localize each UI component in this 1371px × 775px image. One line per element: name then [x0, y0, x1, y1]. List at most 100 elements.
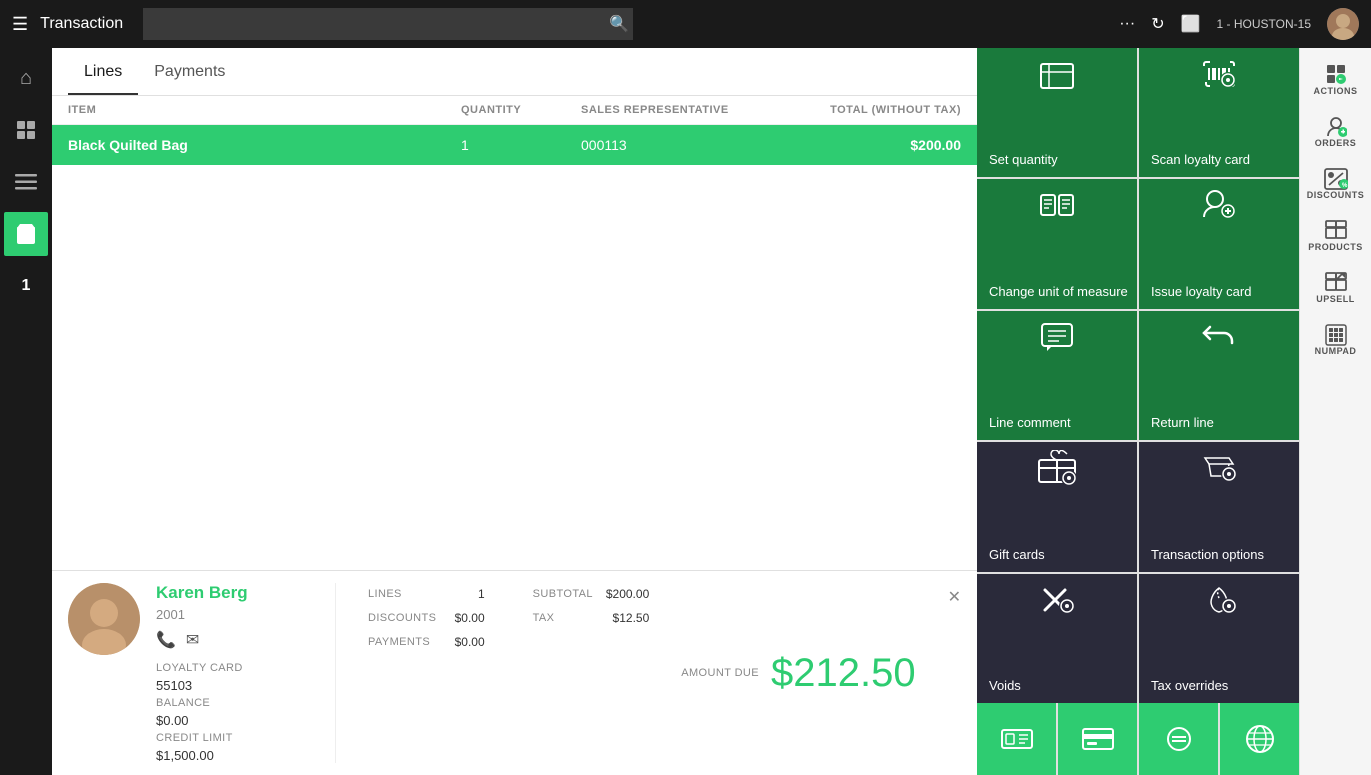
search-input[interactable] — [143, 8, 633, 40]
line-comment-label: Line comment — [989, 415, 1071, 430]
discounts-value: $0.00 — [455, 611, 485, 625]
issue-loyalty-tile[interactable]: Issue loyalty card — [1139, 179, 1299, 308]
app-title: Transaction — [40, 15, 123, 33]
globe-button[interactable] — [1220, 703, 1299, 775]
col-sales-rep: SALES REPRESENTATIVE — [581, 104, 781, 116]
search-icon: 🔍 — [609, 14, 629, 34]
change-uom-label: Change unit of measure — [989, 284, 1128, 299]
voids-tile[interactable]: Voids — [977, 574, 1137, 703]
order-summary: LINES 1 DISCOUNTS $0.00 PAYMENTS $0.00 — [352, 583, 501, 763]
refresh-icon[interactable]: ↻ — [1151, 14, 1164, 34]
set-quantity-label: Set quantity — [989, 152, 1058, 167]
bottom-actions — [977, 703, 1299, 775]
col-item: ITEM — [68, 104, 461, 116]
email-icon[interactable]: ✉ — [186, 630, 199, 650]
table-row[interactable]: Black Quilted Bag 1 000113 $200.00 — [52, 125, 977, 165]
payments-label: PAYMENTS — [368, 636, 430, 648]
sidebar-item-products[interactable] — [4, 108, 48, 152]
upsell-nav[interactable]: UPSELL — [1300, 264, 1371, 312]
sidebar-item-cart[interactable] — [4, 212, 48, 256]
amount-due-section: AMOUNT DUE $212.50 — [681, 583, 931, 763]
return-line-label: Return line — [1151, 415, 1214, 430]
gift-cards-tile[interactable]: Gift cards — [977, 442, 1137, 571]
tab-lines[interactable]: Lines — [68, 51, 138, 95]
loyalty-card-value: 55103 — [156, 678, 319, 693]
left-sidebar: ⌂ 1 — [0, 48, 52, 775]
lines-value: 1 — [478, 587, 485, 601]
row-item-name: Black Quilted Bag — [68, 137, 461, 153]
upsell-label: UPSELL — [1316, 294, 1355, 304]
sidebar-item-menu[interactable] — [4, 160, 48, 204]
tax-overrides-label: Tax overrides — [1151, 678, 1228, 693]
gift-cards-label: Gift cards — [989, 547, 1045, 562]
monitor-icon[interactable]: ⬜ — [1181, 14, 1201, 34]
avatar — [1327, 8, 1359, 40]
topbar-icons: ··· ↻ ⬜ 1 - HOUSTON-15 — [1119, 8, 1359, 40]
numpad-nav[interactable]: NUMPAD — [1300, 316, 1371, 364]
customer-id: 2001 — [156, 607, 319, 622]
scan-loyalty-label: Scan loyalty card — [1151, 152, 1250, 167]
issue-loyalty-label: Issue loyalty card — [1151, 284, 1251, 299]
actions-icon — [1326, 64, 1346, 84]
sidebar-item-home[interactable]: ⌂ — [4, 56, 48, 100]
tabs: Lines Payments — [52, 48, 977, 96]
svg-text:%: % — [1342, 183, 1348, 189]
row-quantity: 1 — [461, 137, 581, 153]
far-right-sidebar: ACTIONS ORDERS % DISCOUNTS — [1299, 48, 1371, 775]
scan-loyalty-tile[interactable]: Scan loyalty card — [1139, 48, 1299, 177]
cash-payment-button[interactable] — [977, 703, 1056, 775]
row-total: $200.00 — [781, 137, 961, 153]
col-total: TOTAL (WITHOUT TAX) — [781, 104, 961, 116]
actions-nav[interactable]: ACTIONS — [1300, 56, 1371, 104]
credit-card-button[interactable] — [1058, 703, 1137, 775]
products-icon — [1324, 220, 1348, 242]
lines-label: LINES — [368, 588, 402, 600]
voids-label: Voids — [989, 678, 1021, 693]
set-quantity-tile[interactable]: Set quantity — [977, 48, 1137, 177]
center-content: Lines Payments ITEM QUANTITY SALES REPRE… — [52, 48, 977, 775]
tab-payments[interactable]: Payments — [138, 51, 241, 95]
right-panel: Set quantity Scan loyalty card — [977, 48, 1299, 775]
discounts-nav[interactable]: % DISCOUNTS — [1300, 160, 1371, 208]
transaction-options-label: Transaction options — [1151, 547, 1264, 562]
return-line-tile[interactable]: Return line — [1139, 311, 1299, 440]
amount-due-value: $212.50 — [771, 651, 916, 696]
subtotal-label: SUBTOTAL — [533, 588, 593, 600]
dots-icon[interactable]: ··· — [1119, 15, 1135, 33]
equals-button[interactable] — [1139, 703, 1218, 775]
line-comment-tile[interactable]: Line comment — [977, 311, 1137, 440]
phone-icon[interactable]: 📞 — [156, 630, 176, 650]
col-quantity: QUANTITY — [461, 104, 581, 116]
orders-nav[interactable]: ORDERS — [1300, 108, 1371, 156]
credit-limit-value: $1,500.00 — [156, 748, 319, 763]
balance-label: BALANCE — [156, 697, 319, 709]
numpad-label: NUMPAD — [1315, 346, 1357, 356]
products-nav[interactable]: PRODUCTS — [1300, 212, 1371, 260]
payments-value: $0.00 — [455, 635, 485, 649]
customer-panel: Karen Berg 2001 📞 ✉ LOYALTY CARD 55103 B… — [52, 570, 977, 775]
main-layout: ⌂ 1 Lines Payments ITEM QUANTITY SALES R… — [0, 48, 1371, 775]
tiles-grid: Set quantity Scan loyalty card — [977, 48, 1299, 703]
discounts-icon: % — [1324, 168, 1348, 190]
row-sales-rep: 000113 — [581, 137, 781, 153]
numpad-icon — [1325, 324, 1347, 346]
balance-value: $0.00 — [156, 713, 319, 728]
customer-name: Karen Berg — [156, 583, 319, 603]
menu-icon[interactable]: ☰ — [12, 14, 28, 35]
transaction-table: ITEM QUANTITY SALES REPRESENTATIVE TOTAL… — [52, 96, 977, 570]
subtotal-value: $200.00 — [606, 587, 649, 601]
close-customer-button[interactable]: ✕ — [948, 583, 961, 607]
change-uom-tile[interactable]: Change unit of measure — [977, 179, 1137, 308]
customer-avatar — [68, 583, 140, 655]
products-label: PRODUCTS — [1308, 242, 1363, 252]
loyalty-card-label: LOYALTY CARD — [156, 662, 319, 674]
actions-label: ACTIONS — [1314, 86, 1358, 96]
credit-limit-label: CREDIT LIMIT — [156, 732, 319, 744]
top-bar: ☰ Transaction 🔍 ··· ↻ ⬜ 1 - HOUSTON-15 — [0, 0, 1371, 48]
tax-overrides-tile[interactable]: Tax overrides — [1139, 574, 1299, 703]
upsell-icon — [1324, 272, 1348, 294]
transaction-options-tile[interactable]: Transaction options — [1139, 442, 1299, 571]
tax-label: TAX — [533, 612, 555, 624]
orders-label: ORDERS — [1315, 138, 1357, 148]
sidebar-item-count[interactable]: 1 — [4, 264, 48, 308]
